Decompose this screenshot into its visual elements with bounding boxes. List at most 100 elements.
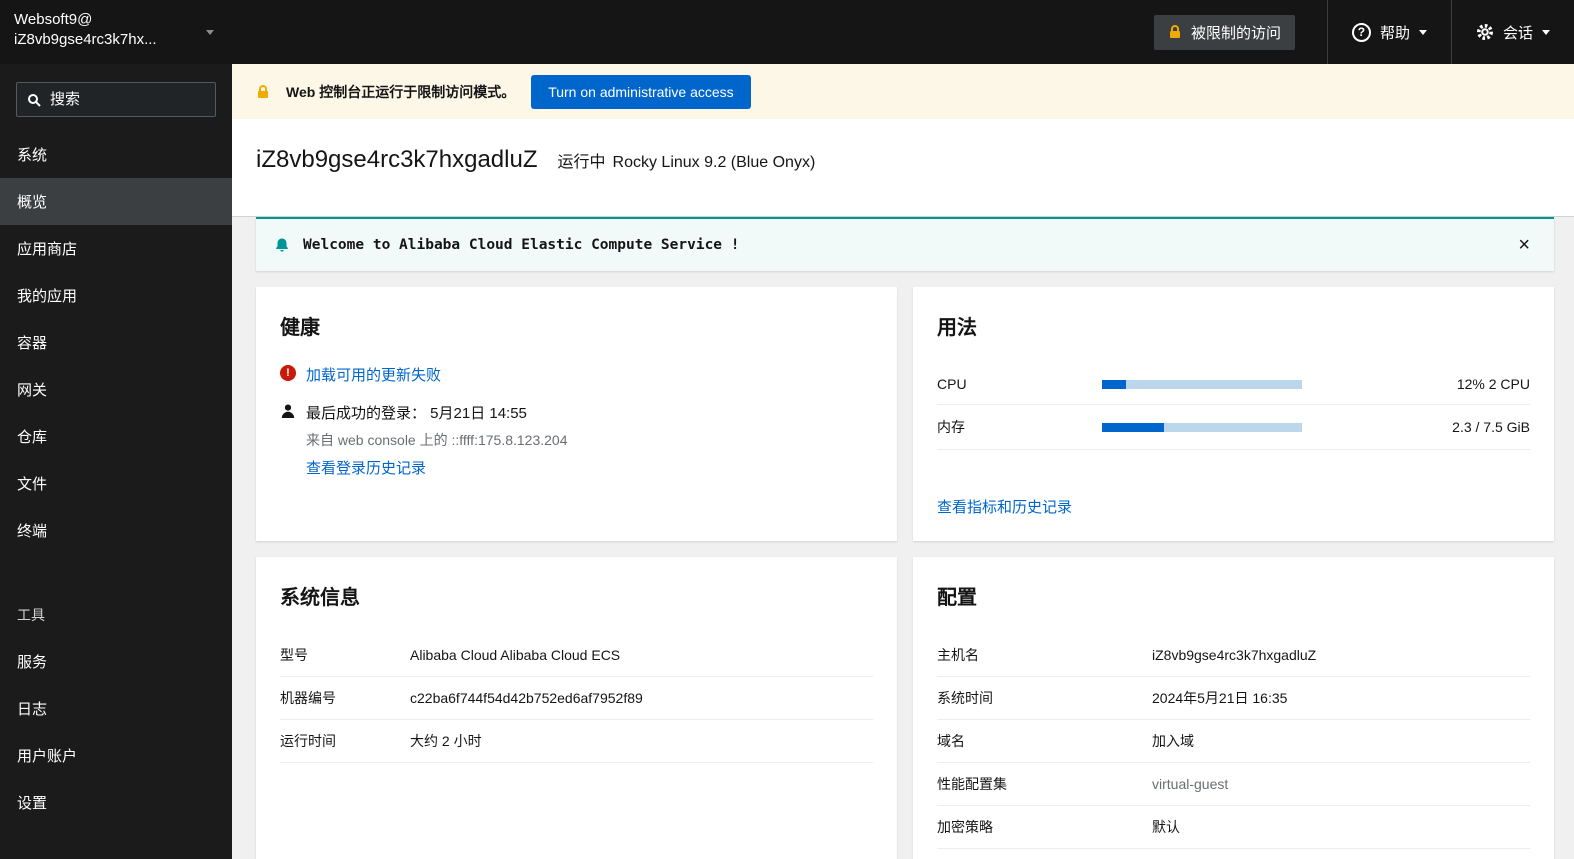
crypto-policy-value[interactable]: 默认 [1152, 817, 1530, 837]
table-row: 域名 加入域 [937, 720, 1530, 763]
session-label: 会话 [1502, 24, 1533, 42]
updates-status-row: 加载可用的更新失败 [280, 364, 873, 385]
health-card: 健康 加载可用的更新失败 最后成功的登录： 5月21日 14:55 来自 web… [256, 287, 897, 541]
system-time-value[interactable]: 2024年5月21日 16:35 [1152, 688, 1530, 708]
restricted-access-badge[interactable]: 被限制的访问 [1153, 14, 1295, 50]
page-title: iZ8vb9gse4rc3k7hxgadluZ [256, 146, 538, 173]
memory-progress-fill [1102, 422, 1164, 432]
table-row: 安全 shell 密钥 显示指纹 [937, 849, 1530, 859]
chevron-down-icon [1418, 29, 1427, 35]
system-info-title: 系统信息 [280, 587, 360, 609]
brand-host: iZ8vb9gse4rc3k7hx... [14, 31, 157, 48]
machine-id-label: 机器编号 [280, 690, 336, 706]
memory-value: 2.3 / 7.5 GiB [1452, 419, 1530, 435]
chevron-down-icon [1542, 29, 1550, 35]
lock-icon [1169, 25, 1180, 38]
tuned-profile-value[interactable]: virtual-guest [1152, 776, 1530, 792]
sidebar-item-overview[interactable]: 概览 [0, 178, 232, 225]
uptime-label: 运行时间 [280, 733, 336, 749]
masthead: 被限制的访问 帮助 会话 [232, 0, 1574, 64]
sidebar-item-logs[interactable]: 日志 [0, 685, 232, 732]
table-row: 加密策略 默认 [937, 806, 1530, 849]
uptime-value: 大约 2 小时 [410, 733, 482, 749]
search-input[interactable] [50, 91, 190, 108]
restricted-access-zone: 被限制的访问 [1153, 0, 1327, 64]
cpu-usage-row: CPU 12% 2 CPU [937, 364, 1530, 405]
session-menu[interactable]: 会话 [1450, 0, 1574, 64]
table-row: 系统时间 2024年5月21日 16:35 [937, 677, 1530, 720]
bell-icon [276, 238, 288, 252]
model-label: 型号 [280, 647, 308, 663]
admin-access-button[interactable]: Turn on administrative access [531, 74, 751, 109]
motd-text: Welcome to Alibaba Cloud Elastic Compute… [303, 237, 740, 253]
search-icon [28, 93, 41, 107]
system-info-card: 系统信息 型号 Alibaba Cloud Alibaba Cloud ECS … [256, 557, 897, 859]
hostname-label: 主机名 [937, 647, 979, 663]
brand-switcher[interactable]: Websoft9@ iZ8vb9gse4rc3k7hx... [0, 0, 232, 64]
sidebar-item-settings[interactable]: 设置 [0, 779, 232, 826]
os-name: Rocky Linux 9.2 (Blue Onyx) [612, 154, 816, 171]
card-grid: 健康 加载可用的更新失败 最后成功的登录： 5月21日 14:55 来自 web… [256, 287, 1554, 859]
last-login-row: 最后成功的登录： 5月21日 14:55 来自 web console 上的 :… [280, 402, 873, 478]
app-window: Websoft9@ iZ8vb9gse4rc3k7hx... 被限制的访问 帮助… [0, 0, 1574, 859]
sidebar-item-gateway[interactable]: 网关 [0, 366, 232, 413]
sidebar-section-tools: 工具 [17, 607, 45, 623]
memory-progress-bar [1102, 422, 1302, 432]
cpu-progress-fill [1102, 379, 1126, 389]
tuned-profile-label: 性能配置集 [937, 776, 1007, 792]
help-menu[interactable]: 帮助 [1326, 0, 1451, 64]
system-info-footer: 查看硬件详细信息 [280, 847, 873, 859]
main-content: Web 控制台正运行于限制访问模式。 Turn on administrativ… [232, 64, 1574, 859]
usage-card: 用法 CPU 12% 2 CPU 内存 2.3 / 7.5 GiB 查看指标和历… [913, 287, 1554, 541]
memory-label: 内存 [937, 419, 965, 435]
sidebar-item-appstore[interactable]: 应用商店 [0, 225, 232, 272]
last-login-text: 最后成功的登录： 5月21日 14:55 [306, 405, 527, 422]
table-row: 型号 Alibaba Cloud Alibaba Cloud ECS [280, 634, 873, 677]
sidebar-search[interactable] [16, 82, 216, 117]
restricted-mode-banner: Web 控制台正运行于限制访问模式。 Turn on administrativ… [232, 64, 1574, 119]
lock-icon [258, 84, 268, 98]
system-time-label: 系统时间 [937, 690, 993, 706]
motd-alert: Welcome to Alibaba Cloud Elastic Compute… [256, 217, 1554, 271]
sidebar-item-repository[interactable]: 仓库 [0, 413, 232, 460]
join-domain-action[interactable]: 加入域 [1152, 731, 1530, 751]
sidebar-nav: 系统 概览 应用商店 我的应用 容器 网关 仓库 文件 终端 工具 服务 日志 … [0, 64, 232, 859]
login-history-link[interactable]: 查看登录历史记录 [306, 460, 426, 477]
metrics-history-link[interactable]: 查看指标和历史记录 [937, 496, 1530, 517]
brand-user: Websoft9@ [14, 11, 93, 28]
table-row: 主机名 iZ8vb9gse4rc3k7hxgadluZ [937, 634, 1530, 677]
configuration-title: 配置 [937, 587, 977, 609]
hostname-value: iZ8vb9gse4rc3k7hxgadluZ [1152, 647, 1317, 663]
last-login-details: 最后成功的登录： 5月21日 14:55 来自 web console 上的 :… [306, 402, 568, 478]
sidebar-item-files[interactable]: 文件 [0, 460, 232, 507]
close-icon[interactable] [1512, 233, 1536, 257]
sidebar-item-myapps[interactable]: 我的应用 [0, 272, 232, 319]
sidebar-item-accounts[interactable]: 用户账户 [0, 732, 232, 779]
restricted-access-label: 被限制的访问 [1190, 24, 1281, 42]
user-icon [281, 404, 295, 418]
table-row: 性能配置集 virtual-guest [937, 763, 1530, 806]
domain-label: 域名 [937, 733, 965, 749]
page-header: iZ8vb9gse4rc3k7hxgadluZ 运行中 Rocky Linux … [232, 119, 1574, 217]
memory-usage-row: 内存 2.3 / 7.5 GiB [937, 405, 1530, 450]
sidebar-item-containers[interactable]: 容器 [0, 319, 232, 366]
running-state: 运行中 [557, 154, 606, 171]
machine-id-value: c22ba6f744f54d42b752ed6af7952f89 [410, 690, 643, 706]
help-label: 帮助 [1379, 24, 1410, 42]
table-row: 运行时间 大约 2 小时 [280, 720, 873, 763]
login-origin-text: 来自 web console 上的 ::ffff:175.8.123.204 [306, 432, 568, 448]
usage-card-title: 用法 [937, 317, 977, 339]
error-icon [280, 365, 296, 381]
sidebar-item-system[interactable]: 系统 [0, 131, 232, 178]
crypto-policy-label: 加密策略 [937, 819, 993, 835]
sidebar-item-terminal[interactable]: 终端 [0, 507, 232, 554]
page-body: Welcome to Alibaba Cloud Elastic Compute… [232, 217, 1574, 859]
cpu-value: 12% 2 CPU [1456, 376, 1530, 392]
sidebar-item-services[interactable]: 服务 [0, 638, 232, 685]
cpu-label: CPU [937, 376, 967, 392]
gear-icon [1476, 24, 1493, 40]
restricted-mode-message: Web 控制台正运行于限制访问模式。 [286, 83, 516, 100]
updates-failed-link[interactable]: 加载可用的更新失败 [306, 364, 441, 385]
cpu-progress-bar [1102, 379, 1302, 389]
chevron-down-icon [206, 30, 214, 35]
